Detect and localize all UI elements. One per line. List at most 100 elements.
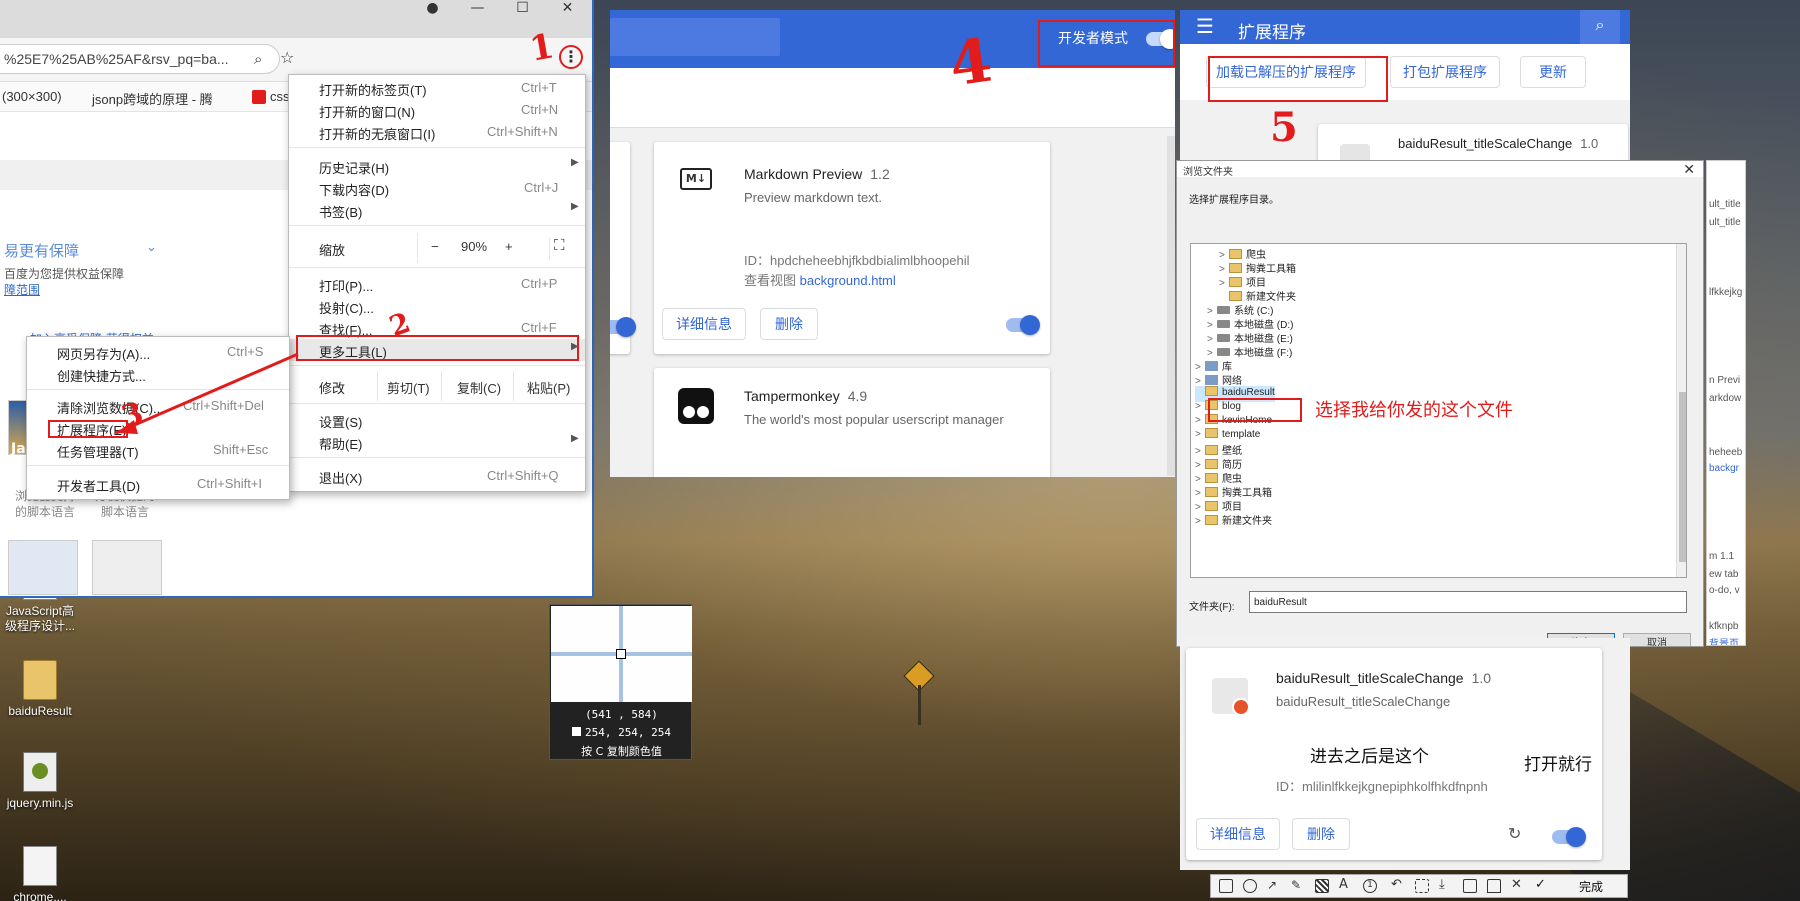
folder-icon (1229, 291, 1242, 301)
hamburger-menu-icon[interactable]: ☰ (1196, 14, 1214, 38)
expand-chevron-icon[interactable]: > (1195, 401, 1205, 412)
tampermonkey-eye (683, 406, 695, 418)
menu-item-task-manager[interactable]: 任务管理器(T) Shift+Esc (27, 439, 289, 461)
details-button[interactable]: 详细信息 (1196, 818, 1280, 850)
download-icon[interactable]: ⤓ (1439, 878, 1453, 893)
extension-toggle-partial[interactable] (610, 317, 636, 337)
desktop-icon-chrome-file[interactable]: chrome.... (0, 846, 80, 901)
chevron-down-icon[interactable]: ⌄ (146, 240, 157, 255)
menu-item-downloads[interactable]: 下载内容(D) Ctrl+J (289, 177, 585, 199)
profile-icon[interactable]: ● (410, 0, 455, 20)
fragment-text: kfknpb (1709, 621, 1739, 632)
bookmark-icon[interactable] (1487, 879, 1501, 893)
bookmark-item[interactable]: jsonp跨域的原理 - 腾 (92, 89, 213, 108)
folder-input[interactable] (1249, 591, 1687, 613)
remove-button[interactable]: 删除 (1292, 818, 1350, 850)
update-button[interactable]: 更新 (1520, 56, 1586, 88)
check-icon[interactable]: ✓ (1535, 878, 1549, 893)
scrollbar[interactable] (1167, 136, 1175, 476)
crop-icon[interactable] (1415, 879, 1429, 893)
chrome-menu-button[interactable]: ⋮ (559, 45, 583, 69)
desktop-icon-jquery[interactable]: jquery.min.js (0, 752, 80, 811)
bookmark-item[interactable]: css (270, 89, 290, 104)
zoom-label: 缩放 (319, 243, 346, 258)
cancel-button[interactable]: 取消 (1623, 633, 1691, 646)
extensions-search[interactable] (610, 18, 780, 56)
thumbnail-diagram[interactable] (8, 540, 78, 595)
edit-divider (441, 371, 442, 401)
tree-scrollbar[interactable] (1676, 244, 1686, 577)
star-icon[interactable]: ☆ (280, 48, 294, 67)
ellipse-tool-icon[interactable] (1243, 879, 1257, 893)
search-icon[interactable]: ⌕ (1580, 10, 1620, 44)
menu-item-print[interactable]: 打印(P)... Ctrl+P (289, 273, 585, 295)
search-icon[interactable]: ⌕ (254, 50, 262, 68)
zoom-out-button[interactable]: − (431, 239, 439, 254)
menu-item-save-page[interactable]: 网页另存为(A)... Ctrl+S (27, 341, 289, 363)
cancel-icon[interactable]: ✕ (1511, 878, 1525, 893)
dialog-titlebar (1177, 161, 1703, 177)
magnifier-view (551, 606, 692, 702)
maximize-button[interactable]: ☐ (500, 0, 545, 20)
fullscreen-icon[interactable]: ⛶ (554, 237, 565, 254)
number-tool-icon[interactable]: 1 (1363, 879, 1377, 893)
thumbnail-java-cloud[interactable] (92, 540, 162, 595)
desktop-icon-baiduresult[interactable]: baiduResult (0, 660, 80, 719)
menu-item-new-tab[interactable]: 打开新的标签页(T) Ctrl+T (289, 77, 585, 99)
rectangle-tool-icon[interactable] (1219, 879, 1233, 893)
expand-chevron-icon[interactable]: > (1195, 429, 1205, 440)
toggle-knob (1020, 315, 1040, 335)
expand-chevron-icon[interactable]: > (1195, 415, 1205, 426)
menu-item-new-window[interactable]: 打开新的窗口(N) Ctrl+N (289, 99, 585, 121)
menu-separator (289, 225, 585, 226)
cut-button[interactable]: 剪切(T) (387, 378, 430, 397)
bookmark-item[interactable]: (300×300) (2, 89, 62, 104)
close-window-button[interactable]: ✕ (545, 0, 590, 20)
extension-enable-toggle[interactable] (1552, 827, 1586, 847)
edit-divider (513, 371, 514, 401)
folder-icon (1229, 263, 1242, 273)
browser-titlebar: ● — ☐ ✕ (0, 0, 592, 38)
menu-item-history[interactable]: 历史记录(H) ▶ (289, 155, 585, 177)
text-tool-icon[interactable]: A (1339, 878, 1353, 893)
fragment-text: n Previ (1709, 375, 1741, 386)
fragment-text: heheeb (1709, 447, 1743, 458)
annotation-after-enter: 进去之后是这个 (1310, 747, 1429, 767)
remove-button[interactable]: 删除 (760, 308, 818, 340)
menu-item-create-shortcut[interactable]: 创建快捷方式... (27, 363, 289, 385)
menu-item-devtools[interactable]: 开发者工具(D) Ctrl+Shift+I (27, 473, 289, 495)
arrow-tool-icon[interactable]: ↗ (1267, 879, 1281, 893)
background-page-link[interactable]: background.html (800, 273, 896, 288)
folder-tree-item[interactable]: > 新建文件夹 (1195, 512, 1272, 528)
page-sub-link[interactable]: 障范围 (4, 281, 40, 298)
done-button[interactable]: 完成 (1579, 878, 1603, 895)
tree-scrollbar-thumb[interactable] (1679, 392, 1686, 562)
menu-item-shortcut: Ctrl+Shift+N (487, 124, 558, 139)
js-file-icon (23, 752, 57, 792)
copy-button[interactable]: 复制(C) (457, 378, 501, 397)
menu-item-label: 创建快捷方式... (57, 369, 146, 384)
zoom-in-button[interactable]: + (505, 239, 513, 254)
expand-chevron-icon[interactable]: > (1195, 516, 1205, 527)
menu-item-settings[interactable]: 设置(S) (289, 409, 585, 431)
pen-tool-icon[interactable]: ✎ (1291, 879, 1305, 893)
menu-item-exit[interactable]: 退出(X) Ctrl+Shift+Q (289, 465, 585, 487)
menu-item-help[interactable]: 帮助(E) ▶ (289, 431, 585, 453)
copy-icon[interactable] (1463, 879, 1477, 893)
mosaic-tool-icon[interactable] (1315, 879, 1329, 893)
minimize-button[interactable]: — (455, 0, 500, 20)
page-promo-text[interactable]: 易更有保障 (4, 240, 79, 261)
pack-extension-button[interactable]: 打包扩展程序 (1390, 56, 1500, 88)
extension-enable-toggle[interactable] (1006, 315, 1040, 335)
menu-item-bookmarks[interactable]: 书签(B) ▶ (289, 199, 585, 221)
address-bar[interactable]: %25E7%25AB%25AF&rsv_pq=ba... (0, 44, 280, 74)
menu-item-cast[interactable]: 投射(C)... (289, 295, 585, 317)
details-button[interactable]: 详细信息 (662, 308, 746, 340)
dialog-close-button[interactable]: ✕ (1683, 161, 1695, 178)
menu-item-clear-data[interactable]: 清除浏览数据(C)... Ctrl+Shift+Del (27, 395, 289, 417)
undo-icon[interactable]: ↶ (1391, 878, 1405, 893)
paste-button[interactable]: 粘贴(P) (527, 378, 570, 397)
highlight-developer-mode (1038, 20, 1175, 67)
menu-item-incognito[interactable]: 打开新的无痕窗口(I) Ctrl+Shift+N (289, 121, 585, 143)
reload-icon[interactable]: ↻ (1508, 824, 1521, 843)
